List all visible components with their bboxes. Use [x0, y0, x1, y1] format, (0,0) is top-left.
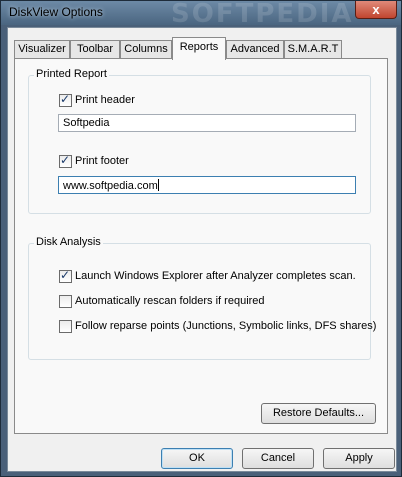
apply-button[interactable]: Apply	[323, 448, 395, 469]
tab-label: Visualizer	[18, 43, 66, 55]
tab-label: Advanced	[230, 43, 280, 55]
tab-advanced[interactable]: Advanced	[226, 40, 284, 58]
tab-toolbar[interactable]: Toolbar	[70, 40, 120, 58]
tab-smart[interactable]: S.M.A.R.T	[284, 40, 342, 58]
header-text-input[interactable]: Softpedia	[58, 114, 356, 132]
window-title: DiskView Options	[9, 5, 103, 19]
checkbox-box: ✓	[59, 268, 72, 283]
footer-text-input[interactable]: www.softpedia.com	[58, 176, 356, 194]
tab-label: Reports	[179, 41, 219, 53]
ok-button[interactable]: OK	[161, 448, 233, 469]
tab-label: Columns	[124, 43, 168, 55]
checkmark-icon: ✓	[60, 268, 71, 282]
printed-report-group: Printed Report ✓ Print header Softpedia …	[28, 68, 371, 214]
checkbox-box: ✓	[59, 320, 72, 333]
tab-reports[interactable]: Reports	[172, 37, 226, 60]
footer-text-value: www.softpedia.com	[63, 180, 158, 192]
print-footer-label: Print footer	[75, 155, 129, 167]
cancel-button[interactable]: Cancel	[242, 448, 314, 469]
button-label: Apply	[345, 452, 373, 464]
launch-explorer-label: Launch Windows Explorer after Analyzer c…	[75, 270, 356, 282]
header-text-value: Softpedia	[63, 117, 110, 129]
button-label: OK	[189, 452, 205, 464]
follow-reparse-label: Follow reparse points (Junctions, Symbol…	[75, 320, 377, 332]
checkmark-icon: ✓	[60, 92, 71, 106]
watermark: SOFTPEDIA	[171, 0, 354, 29]
text-caret	[157, 179, 159, 191]
title-bar[interactable]: DiskView Options SOFTPEDIA x	[1, 0, 401, 29]
options-window: DiskView Options SOFTPEDIA x Visualizer …	[0, 0, 402, 477]
close-button[interactable]: x	[355, 1, 397, 19]
tab-label: Toolbar	[76, 43, 114, 55]
checkbox-box: ✓	[59, 295, 72, 308]
tab-label: S.M.A.R.T	[287, 43, 339, 55]
close-icon: x	[372, 2, 380, 17]
group-title: Disk Analysis	[34, 236, 103, 248]
auto-rescan-label: Automatically rescan folders if required	[75, 295, 265, 307]
button-label: Restore Defaults...	[272, 407, 365, 419]
tab-columns[interactable]: Columns	[120, 40, 172, 58]
dialog-body: Visualizer Toolbar Columns Reports Advan…	[7, 27, 397, 472]
disk-analysis-group: Disk Analysis ✓ Launch Windows Explorer …	[28, 236, 376, 360]
checkmark-icon: ✓	[60, 153, 71, 167]
button-label: Cancel	[260, 452, 296, 464]
tab-visualizer[interactable]: Visualizer	[14, 40, 70, 58]
print-header-label: Print header	[75, 94, 135, 106]
group-title: Printed Report	[34, 68, 109, 80]
checkbox-box: ✓	[59, 153, 72, 168]
reports-panel: Printed Report ✓ Print header Softpedia …	[14, 58, 388, 434]
restore-defaults-button[interactable]: Restore Defaults...	[261, 403, 376, 424]
checkbox-box: ✓	[59, 92, 72, 107]
